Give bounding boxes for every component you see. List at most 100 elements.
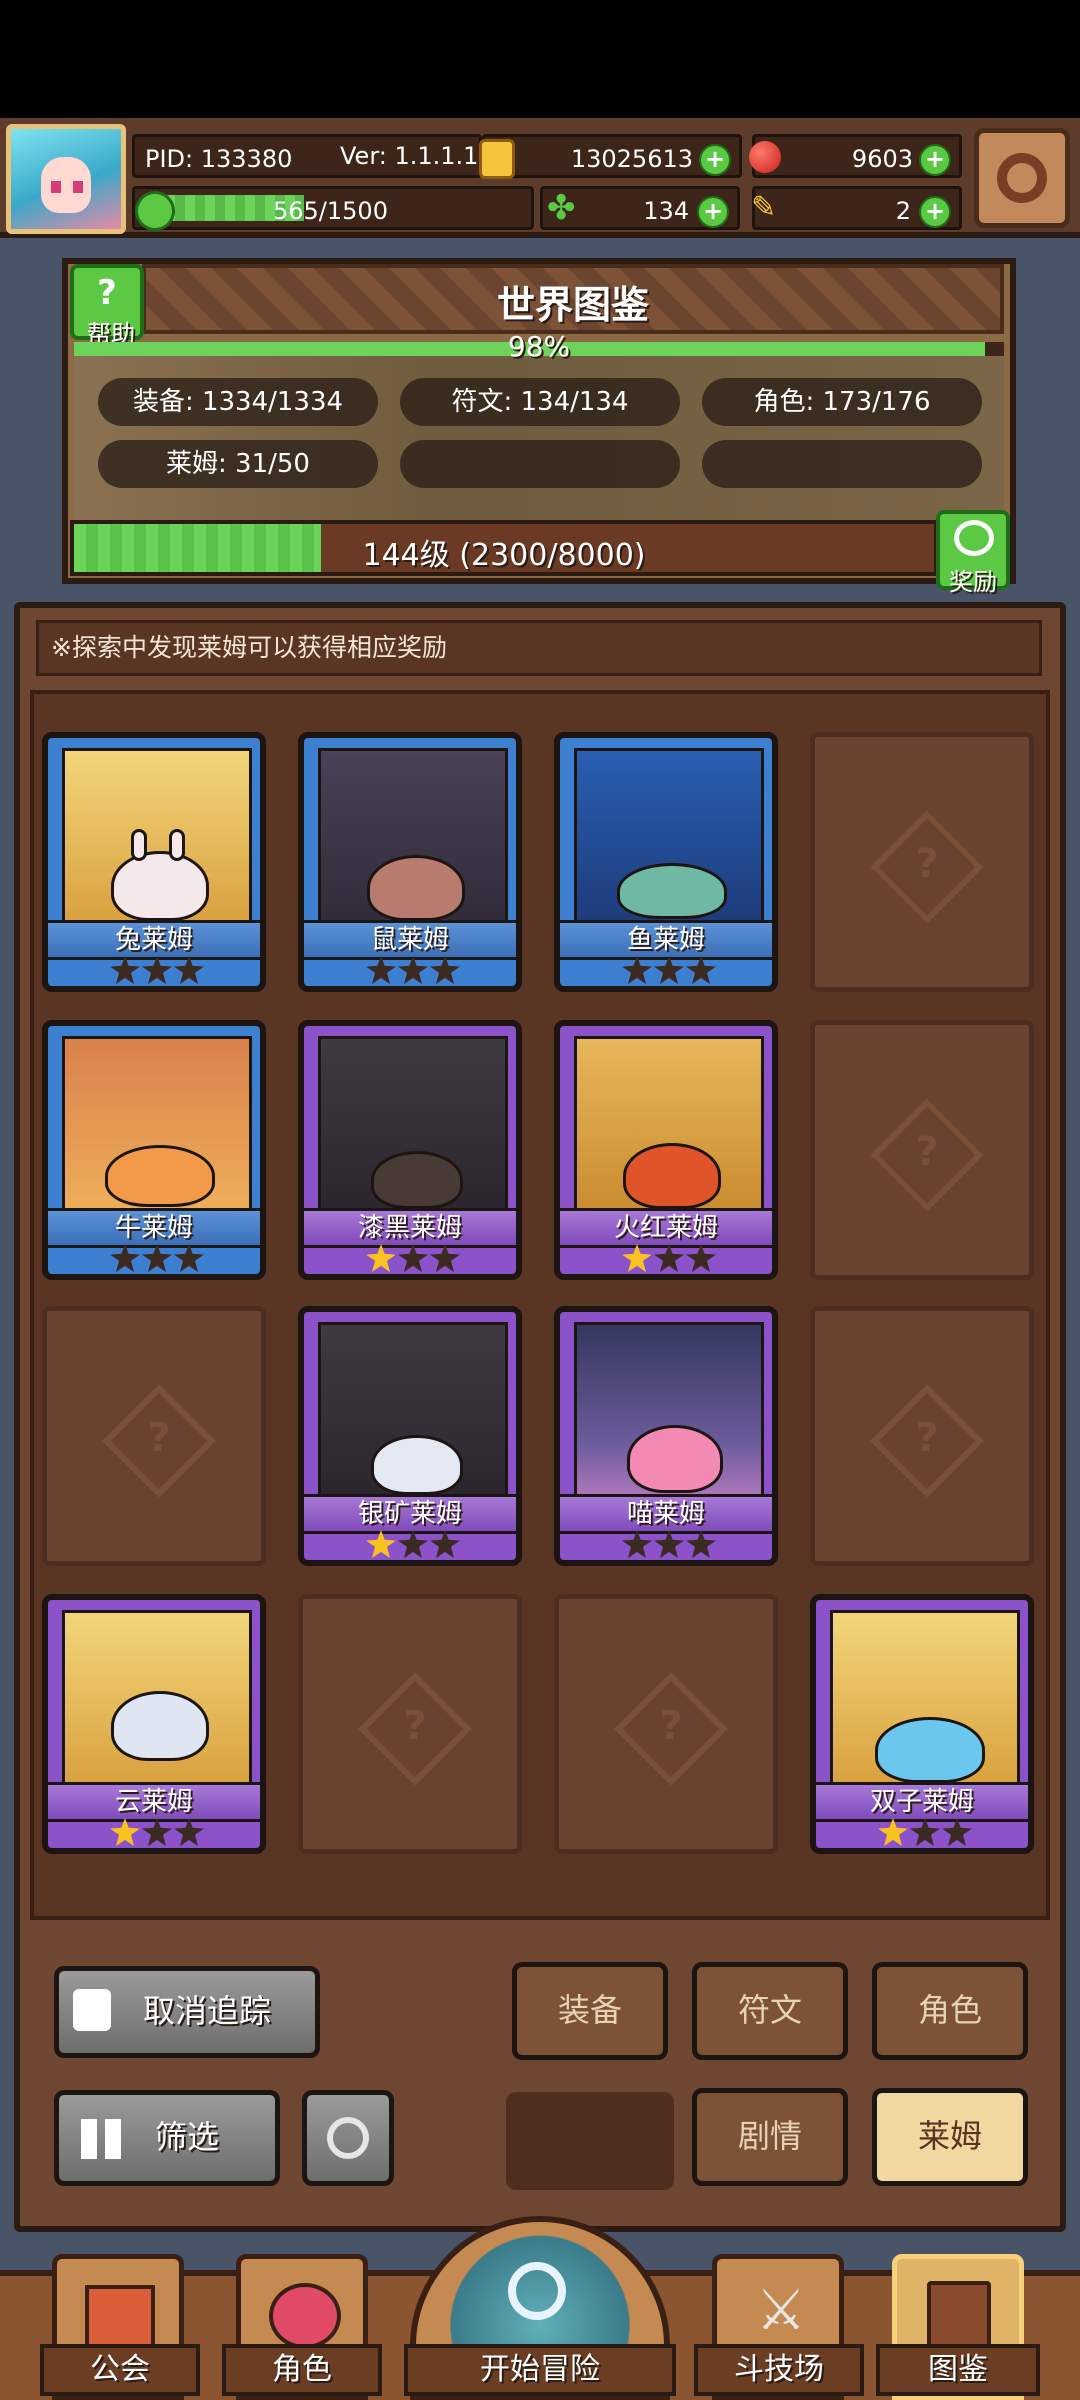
locked-card[interactable]: ?	[554, 1594, 778, 1854]
stat-slime: 莱姆: 31/50	[98, 440, 378, 488]
reset-button[interactable]	[302, 2090, 394, 2186]
stat-rune: 符文: 134/134	[400, 378, 680, 426]
gem-amount: 9603	[851, 145, 913, 173]
locked-card[interactable]: ?	[810, 732, 1034, 992]
nav-arena-label[interactable]: 斗技场	[694, 2344, 864, 2396]
mouse-slime-icon	[367, 855, 465, 921]
encyclopedia-title: 世界图鉴	[496, 283, 649, 327]
clover-box: ✤ 134 +	[540, 186, 740, 230]
pid-text: PID: 133380	[145, 145, 293, 173]
red-slime-icon	[623, 1143, 721, 1209]
nav-character-label[interactable]: 角色	[222, 2344, 382, 2396]
add-gold-button[interactable]: +	[699, 144, 731, 176]
slime-card-fish[interactable]: 鱼莱姆	[554, 732, 778, 992]
slime-card-black[interactable]: 漆黑莱姆	[298, 1020, 522, 1280]
gem-box: 9603 +	[749, 134, 962, 178]
refresh-icon	[327, 2117, 369, 2159]
card-name: 鱼莱姆	[560, 920, 772, 960]
slime-card-rabbit[interactable]: 兔莱姆	[42, 732, 266, 992]
slime-card-red[interactable]: 火红莱姆	[554, 1020, 778, 1280]
magnifier-icon	[508, 2262, 566, 2320]
star-rating	[366, 1530, 466, 1560]
star-rating	[622, 956, 722, 986]
card-name: 云莱姆	[48, 1782, 260, 1822]
gold-coin-icon	[479, 139, 515, 179]
tab-equipment[interactable]: 装备	[512, 1962, 668, 2060]
clover-amount: 134	[643, 197, 689, 225]
slime-card-cloud[interactable]: 云莱姆	[42, 1594, 266, 1854]
nav-adventure-label[interactable]: 开始冒险	[404, 2344, 676, 2396]
fish-slime-icon	[617, 863, 727, 919]
thumb-icon	[73, 1989, 111, 2031]
star-rating	[366, 956, 466, 986]
slime-card-cow[interactable]: 牛莱姆	[42, 1020, 266, 1280]
untrack-button[interactable]: 取消追踪	[54, 1966, 320, 2058]
card-name: 喵莱姆	[560, 1494, 772, 1534]
card-name: 银矿莱姆	[304, 1494, 516, 1534]
version-box: Ver: 1.1.1.1	[330, 134, 480, 178]
card-name: 兔莱姆	[48, 920, 260, 960]
question-icon: ?	[659, 1703, 683, 1749]
locked-card[interactable]: ?	[810, 1306, 1034, 1566]
settings-button[interactable]	[974, 128, 1070, 228]
filter-button[interactable]: 筛选	[54, 2090, 280, 2186]
reward-label[interactable]: 奖励	[936, 562, 1010, 597]
twin-slime-icon	[875, 1717, 985, 1783]
gear-icon	[997, 153, 1047, 203]
slime-card-cat[interactable]: 喵莱姆	[554, 1306, 778, 1566]
guild-building-icon	[85, 2285, 155, 2349]
empty-tab-slot	[506, 2092, 674, 2190]
feather-icon: ✎	[751, 190, 777, 225]
map-background	[74, 350, 1004, 520]
tab-story[interactable]: 剧情	[692, 2088, 848, 2186]
add-gem-button[interactable]: +	[919, 144, 951, 176]
xp-text: 565/1500	[273, 197, 388, 225]
star-rating	[110, 1244, 210, 1274]
stat-equipment: 装备: 1334/1334	[98, 378, 378, 426]
player-avatar[interactable]	[6, 124, 126, 234]
locked-card[interactable]: ?	[810, 1020, 1034, 1280]
locked-card[interactable]: ?	[42, 1306, 266, 1566]
status-bar	[0, 0, 1080, 118]
refresh-icon	[954, 520, 994, 556]
card-name: 牛莱姆	[48, 1208, 260, 1248]
nav-guild-label[interactable]: 公会	[40, 2344, 200, 2396]
slime-card-twin[interactable]: 双子莱姆	[810, 1594, 1034, 1854]
tab-rune[interactable]: 符文	[692, 1962, 848, 2060]
tab-character[interactable]: 角色	[872, 1962, 1028, 2060]
star-rating	[366, 1244, 466, 1274]
question-icon: ?	[403, 1703, 427, 1749]
version-text: Ver: 1.1.1.1	[340, 142, 479, 170]
clover-icon: ✤	[547, 188, 576, 228]
question-icon: ?	[97, 273, 117, 313]
locked-card[interactable]: ?	[298, 1594, 522, 1854]
stat-empty-2	[702, 440, 982, 488]
card-name: 漆黑莱姆	[304, 1208, 516, 1248]
question-icon: ?	[915, 841, 939, 887]
add-clover-button[interactable]: +	[697, 196, 729, 228]
star-rating	[622, 1244, 722, 1274]
xp-icon	[135, 191, 175, 231]
black-slime-icon	[371, 1151, 463, 1209]
question-icon: ?	[915, 1129, 939, 1175]
nav-codex-label[interactable]: 图鉴	[876, 2344, 1040, 2396]
notice-text: ※探索中发现莱姆可以获得相应奖励	[36, 620, 1042, 676]
tab-slime[interactable]: 莱姆	[872, 2088, 1028, 2186]
rabbit-slime-icon	[111, 851, 209, 921]
question-icon: ?	[147, 1415, 171, 1461]
add-feather-button[interactable]: +	[919, 196, 951, 228]
star-rating	[622, 1530, 722, 1560]
completion-percent: 98%	[507, 330, 571, 363]
stat-empty-1	[400, 440, 680, 488]
feather-box: ✎ 2 +	[751, 186, 962, 230]
card-name: 双子莱姆	[816, 1782, 1028, 1822]
star-rating	[110, 956, 210, 986]
slime-card-silver[interactable]: 银矿莱姆	[298, 1306, 522, 1566]
cow-slime-icon	[105, 1145, 215, 1207]
book-icon	[927, 2281, 991, 2353]
star-rating	[878, 1818, 978, 1848]
slime-card-mouse[interactable]: 鼠莱姆	[298, 732, 522, 992]
card-name: 鼠莱姆	[304, 920, 516, 960]
star-rating	[110, 1818, 210, 1848]
stat-character: 角色: 173/176	[702, 378, 982, 426]
